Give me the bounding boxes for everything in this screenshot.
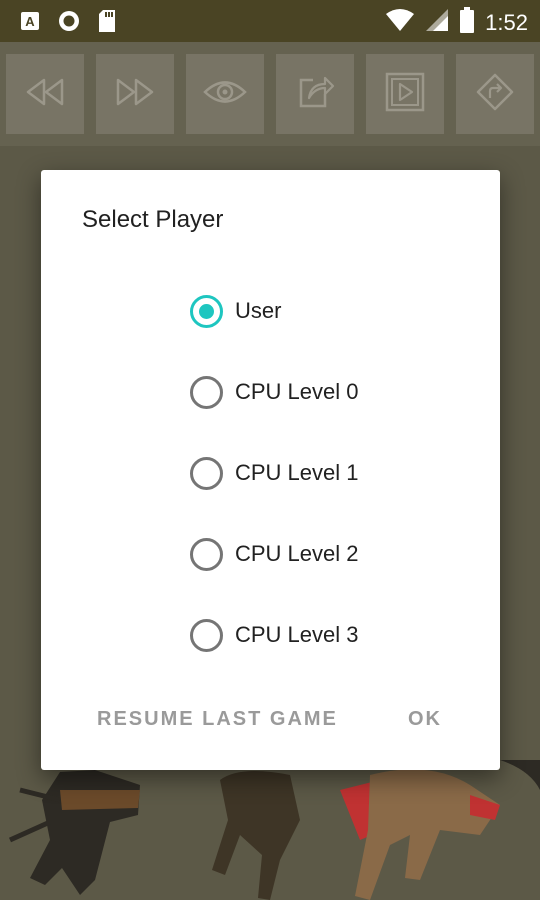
- fast-forward-icon: [113, 74, 157, 115]
- option-cpu-level-3[interactable]: CPU Level 3: [190, 615, 359, 655]
- route-icon: [475, 72, 515, 117]
- option-cpu-level-0[interactable]: CPU Level 0: [190, 372, 359, 412]
- signal-icon: [425, 8, 449, 37]
- option-label: CPU Level 3: [235, 622, 359, 647]
- play-button[interactable]: [366, 54, 444, 134]
- select-player-dialog: Select Player User CPU Level 0 CPU Level…: [41, 170, 500, 770]
- a-icon: A: [20, 11, 40, 36]
- samurai-artwork: [0, 760, 540, 900]
- option-user[interactable]: User: [190, 291, 281, 331]
- radio-button[interactable]: [190, 375, 223, 409]
- view-button[interactable]: [186, 54, 264, 134]
- rewind-icon: [23, 74, 67, 115]
- battery-icon: [459, 7, 475, 38]
- option-cpu-level-1[interactable]: CPU Level 1: [190, 453, 359, 493]
- play-icon: [384, 71, 426, 118]
- route-button[interactable]: [456, 54, 534, 134]
- sd-card-icon: [98, 10, 116, 37]
- eye-icon: [202, 77, 248, 112]
- radio-button-selected[interactable]: [190, 294, 223, 328]
- share-button[interactable]: [276, 54, 354, 134]
- resume-last-game-button[interactable]: RESUME LAST GAME: [97, 708, 338, 731]
- share-icon: [295, 72, 335, 117]
- status-bar: A 1:52: [0, 0, 540, 42]
- game-toolbar: [0, 42, 540, 146]
- radio-button[interactable]: [190, 618, 223, 652]
- circle-icon: [57, 9, 81, 38]
- status-time: 1:52: [485, 9, 528, 35]
- option-label: CPU Level 1: [235, 460, 359, 485]
- option-cpu-level-2[interactable]: CPU Level 2: [190, 534, 359, 574]
- radio-button[interactable]: [190, 537, 223, 571]
- option-label: CPU Level 0: [235, 379, 359, 404]
- dialog-title: Select Player: [82, 206, 224, 233]
- wifi-icon: [385, 8, 415, 37]
- ok-button[interactable]: OK: [408, 708, 442, 731]
- svg-text:A: A: [25, 14, 35, 29]
- fast-forward-button[interactable]: [96, 54, 174, 134]
- radio-button[interactable]: [190, 456, 223, 490]
- option-label: CPU Level 2: [235, 541, 359, 566]
- rewind-button[interactable]: [6, 54, 84, 134]
- option-label: User: [235, 298, 282, 323]
